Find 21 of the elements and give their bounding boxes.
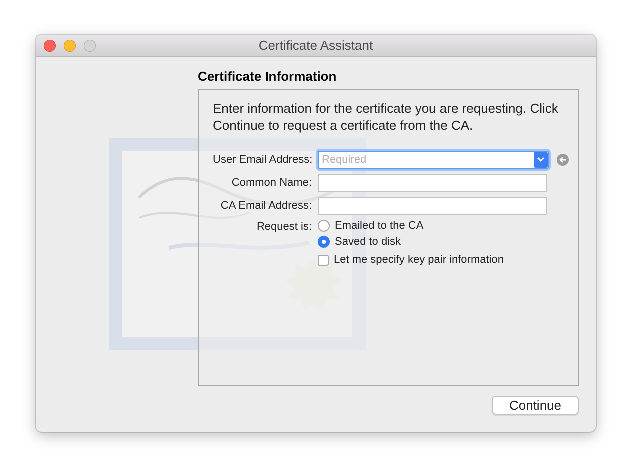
checkbox[interactable] bbox=[318, 254, 329, 266]
zoom-button[interactable] bbox=[84, 40, 96, 52]
window-title: Certificate Assistant bbox=[258, 38, 374, 53]
checkbox-label[interactable]: Let me specify key pair information bbox=[334, 254, 504, 266]
text-field[interactable] bbox=[318, 197, 547, 215]
field-label: User Email Address: bbox=[213, 154, 312, 166]
text-field[interactable] bbox=[318, 174, 547, 192]
email-input[interactable]: Required bbox=[319, 152, 534, 168]
radio-label[interactable]: Emailed to the CA bbox=[335, 220, 424, 232]
radio-label[interactable]: Saved to disk bbox=[335, 236, 402, 248]
email-combo-field[interactable]: Required bbox=[318, 151, 549, 169]
minimize-button[interactable] bbox=[64, 40, 76, 52]
close-button[interactable] bbox=[44, 40, 56, 52]
field-label: Common Name: bbox=[230, 177, 312, 189]
dropdown-icon[interactable] bbox=[534, 152, 548, 168]
field-label: CA Email Address: bbox=[220, 200, 312, 212]
section-heading: Certificate Information bbox=[198, 69, 338, 84]
request-label: Request is: bbox=[256, 221, 312, 233]
instructions-text: Enter information for the certificate you are requesting. Click Continue to request a certificate from the CA. bbox=[213, 100, 560, 134]
continue-button[interactable]: Continue bbox=[492, 396, 579, 415]
back-arrow-icon[interactable] bbox=[557, 154, 569, 166]
